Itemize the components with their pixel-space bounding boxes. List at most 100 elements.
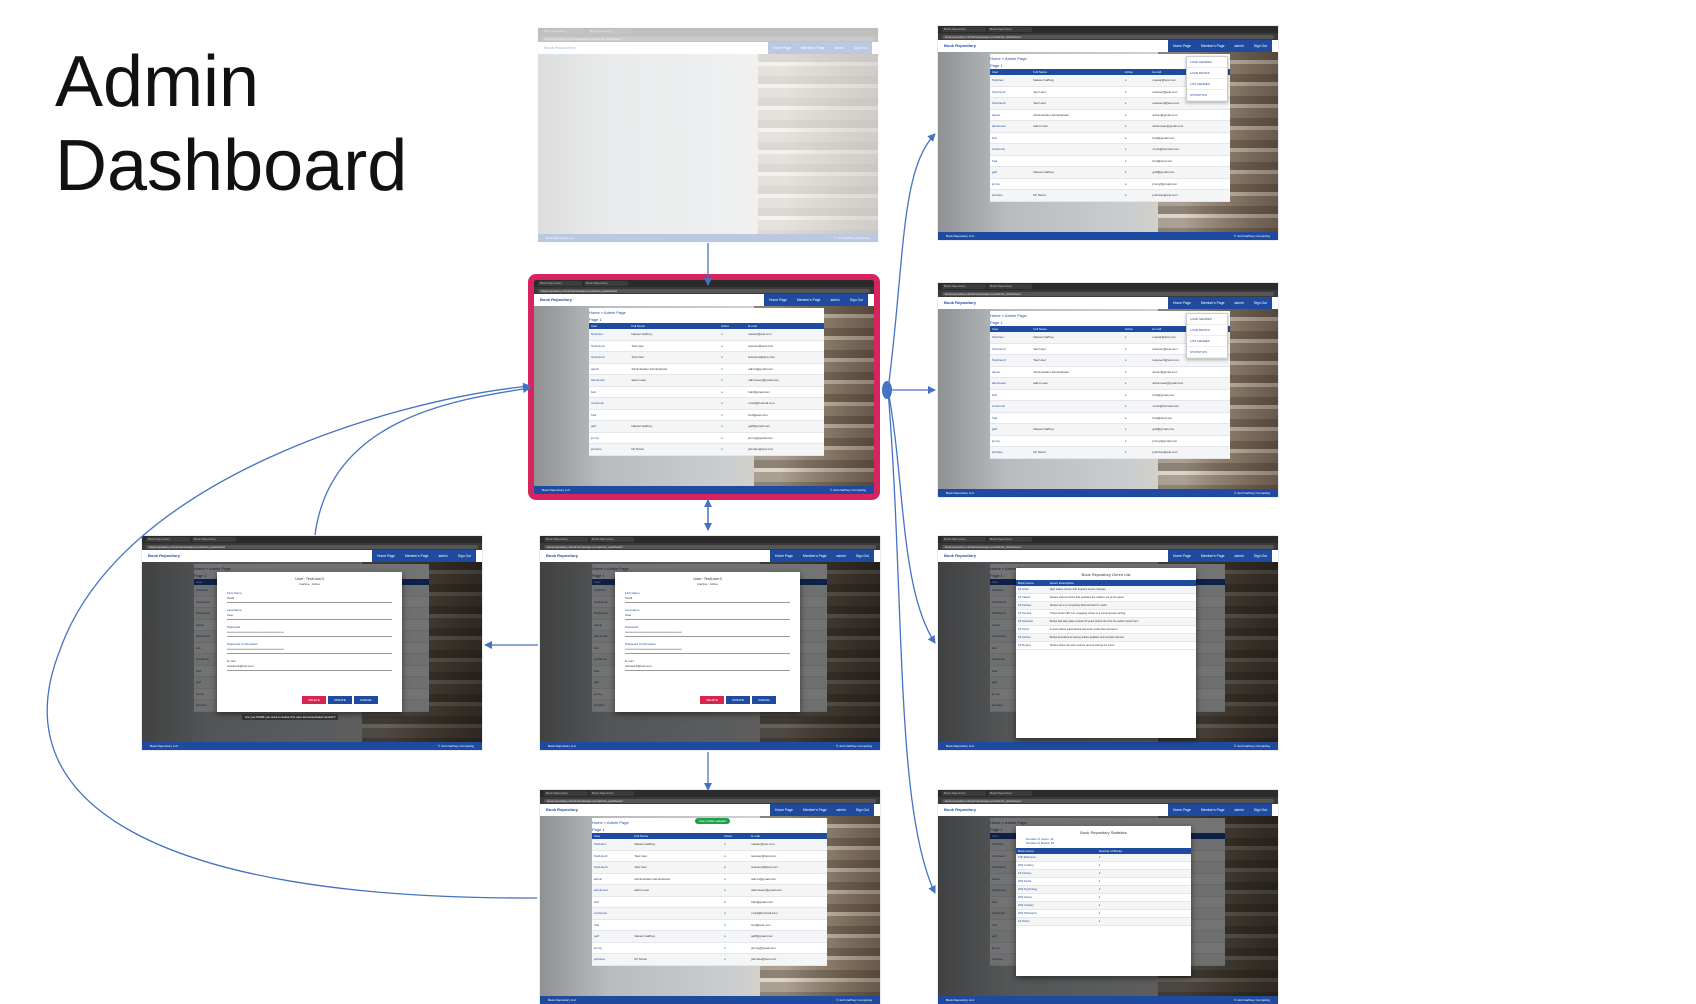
table-row[interactable]: johndoe Mr Tarnel ● johndoe@test.com [990, 446, 1230, 459]
brand-logo[interactable]: Book Repository [944, 808, 984, 812]
user-cell[interactable]: fred [592, 919, 633, 931]
nav-admin-link[interactable]: admin [1229, 297, 1249, 309]
nav-signout-link[interactable]: Sign Out [850, 550, 874, 562]
admin-menu-item[interactable]: STATISTICS [1187, 347, 1227, 358]
user-cell[interactable]: geff [592, 930, 633, 943]
genre-cell[interactable]: SF Classic [1016, 593, 1048, 602]
nav-admin-link[interactable]: admin [433, 550, 453, 562]
table-row[interactable]: jimmy ● jimmy@gmail.com [990, 178, 1230, 190]
user-cell[interactable]: fred [990, 412, 1032, 424]
user-cell[interactable]: johndoe [990, 189, 1032, 202]
page-selector[interactable]: Page 1 [589, 317, 824, 322]
field-input[interactable]: User [625, 613, 790, 620]
genre-cell[interactable]: SF Fantasy [1016, 869, 1097, 878]
table-row[interactable]: admin Administrator Administrator ● admi… [592, 873, 827, 885]
nav-admin-link[interactable]: admin [1229, 40, 1249, 52]
table-row[interactable]: TestUser3 Test User ● testuser3@test.com [589, 351, 824, 364]
nav-signout-link[interactable]: Sign Out [1248, 297, 1272, 309]
nav-members-link[interactable]: Member's Page [791, 294, 826, 306]
admin-menu-item[interactable]: LIST GENRES [1187, 79, 1227, 90]
field-input[interactable]: User [227, 613, 392, 620]
browser-tab[interactable]: Book Repository [590, 537, 634, 542]
table-row[interactable]: johndoe Mr Tarnel ● johndoe@test.com [592, 953, 827, 966]
brand-logo[interactable]: Book Repository [944, 554, 984, 558]
browser-tab[interactable]: Book Repository [544, 537, 588, 542]
genre-cell[interactable]: TNF Reference [1016, 854, 1097, 862]
brand-logo[interactable]: Book Repository [544, 46, 584, 50]
genre-cell[interactable]: NNF Cooking [1016, 861, 1097, 870]
url-field[interactable]: book-repository.virtual.herokuapp.com/ad… [942, 34, 1274, 39]
user-cell[interactable]: geff [990, 166, 1032, 179]
brand-logo[interactable]: Book Repository [944, 301, 984, 305]
nav-admin-link[interactable]: admin [831, 804, 851, 816]
user-cell[interactable]: fred [589, 409, 630, 421]
nav-members-link[interactable]: Member's Page [797, 550, 832, 562]
table-row[interactable]: johndoe Mr Tarnel ● johndoe@test.com [990, 189, 1230, 202]
nav-admin-link[interactable]: admin [825, 294, 845, 306]
table-row[interactable]: bob ● bob@gmail.com [990, 389, 1230, 401]
user-cell[interactable]: johndoe [990, 446, 1032, 459]
nav-admin-link[interactable]: admin [1229, 550, 1249, 562]
genre-cell[interactable]: SF General [1016, 609, 1048, 618]
user-cell[interactable]: jimmy [592, 942, 633, 954]
table-row[interactable]: adminuser admin user ● adminuser@gmail.c… [592, 884, 827, 897]
user-cell[interactable]: adminuser [990, 120, 1032, 133]
user-cell[interactable]: TestUser [990, 75, 1032, 87]
brand-logo[interactable]: Book Repository [546, 554, 586, 558]
user-cell[interactable]: TestUser2 [589, 340, 630, 352]
url-field[interactable]: book-repository.virtual.herokuapp.com/ad… [538, 288, 870, 293]
nav-members-link[interactable]: Member's Page [795, 42, 830, 54]
genre-cell[interactable]: SF Fantasy [1016, 601, 1048, 610]
nav-home-link[interactable]: Home Page [768, 42, 796, 54]
genre-cell[interactable]: NNF Philosophy [1016, 909, 1097, 918]
user-cell[interactable]: TestUser2 [990, 86, 1032, 98]
field-input[interactable]: testuser3@test.com [227, 664, 392, 671]
table-row[interactable]: bob ● bob@gmail.com [589, 386, 824, 398]
brand-logo[interactable]: Book Repository [546, 808, 586, 812]
user-cell[interactable]: crockrock [592, 907, 633, 920]
table-row[interactable]: crockrock ● crock@hotmail.com [990, 400, 1230, 413]
user-cell[interactable]: adminuser [589, 374, 630, 387]
user-cell[interactable]: bob [592, 896, 633, 908]
browser-tab[interactable]: Book Repository [588, 29, 632, 34]
delete-button[interactable]: DELETE [700, 696, 724, 704]
genre-cell[interactable]: SF Literary [1016, 633, 1048, 642]
browser-tab[interactable]: Book Repository [942, 27, 986, 32]
user-cell[interactable]: adminuser [990, 377, 1032, 390]
table-row[interactable]: jimmy ● jimmy@gmail.com [589, 432, 824, 444]
url-field[interactable]: book-repository.virtual.herokuapp.com/ad… [542, 36, 874, 41]
browser-tab[interactable]: Book Repository [146, 537, 190, 542]
user-cell[interactable]: TestUser3 [990, 97, 1032, 110]
user-cell[interactable]: admin [589, 363, 630, 375]
browser-tab[interactable]: Book Repository [988, 791, 1032, 796]
brand-logo[interactable]: Book Repository [148, 554, 188, 558]
table-row[interactable]: crockrock ● crock@hotmail.com [990, 143, 1230, 156]
update-button[interactable]: UPDATE [725, 696, 750, 704]
field-input[interactable]: Test3 [227, 596, 392, 603]
table-row[interactable]: fred ● fred@test.com [592, 919, 827, 931]
user-cell[interactable]: jimmy [990, 435, 1032, 447]
nav-home-link[interactable]: Home Page [1168, 550, 1196, 562]
genre-cell[interactable]: SF Action [1016, 586, 1048, 594]
browser-tab[interactable]: Book Repository [192, 537, 236, 542]
user-cell[interactable]: jimmy [990, 178, 1032, 190]
user-cell[interactable]: TestUser [990, 332, 1032, 344]
user-cell[interactable]: admin [592, 873, 633, 885]
browser-tab[interactable]: Book Repository [942, 284, 986, 289]
genre-cell[interactable]: SF Fiction [1016, 917, 1097, 926]
admin-menu-item[interactable]: LOAD GENRES [1187, 57, 1227, 68]
nav-home-link[interactable]: Home Page [1168, 804, 1196, 816]
user-cell[interactable]: adminuser [592, 884, 633, 897]
table-row[interactable]: adminuser admin user ● adminuser@gmail.c… [990, 120, 1230, 133]
nav-signout-link[interactable]: Sign Out [1248, 804, 1272, 816]
nav-signout-link[interactable]: Sign Out [850, 804, 874, 816]
table-row[interactable]: geff Nassar Gaffney ● geff@gmail.com [589, 420, 824, 433]
admin-menu-item[interactable]: LOAD BOOKS [1187, 68, 1227, 79]
table-row[interactable]: admin Administrator Administrator ● admi… [990, 109, 1230, 121]
table-row[interactable]: TestUser Nassar Gaffney ● nassar@test.co… [592, 839, 827, 851]
table-row[interactable]: TestUser2 Test User ● testuser@test.com [592, 850, 827, 862]
browser-tab[interactable]: Book Repository [542, 29, 586, 34]
user-cell[interactable]: fred [990, 155, 1032, 167]
user-cell[interactable]: bob [990, 389, 1032, 401]
user-cell[interactable]: TestUser2 [592, 850, 633, 862]
